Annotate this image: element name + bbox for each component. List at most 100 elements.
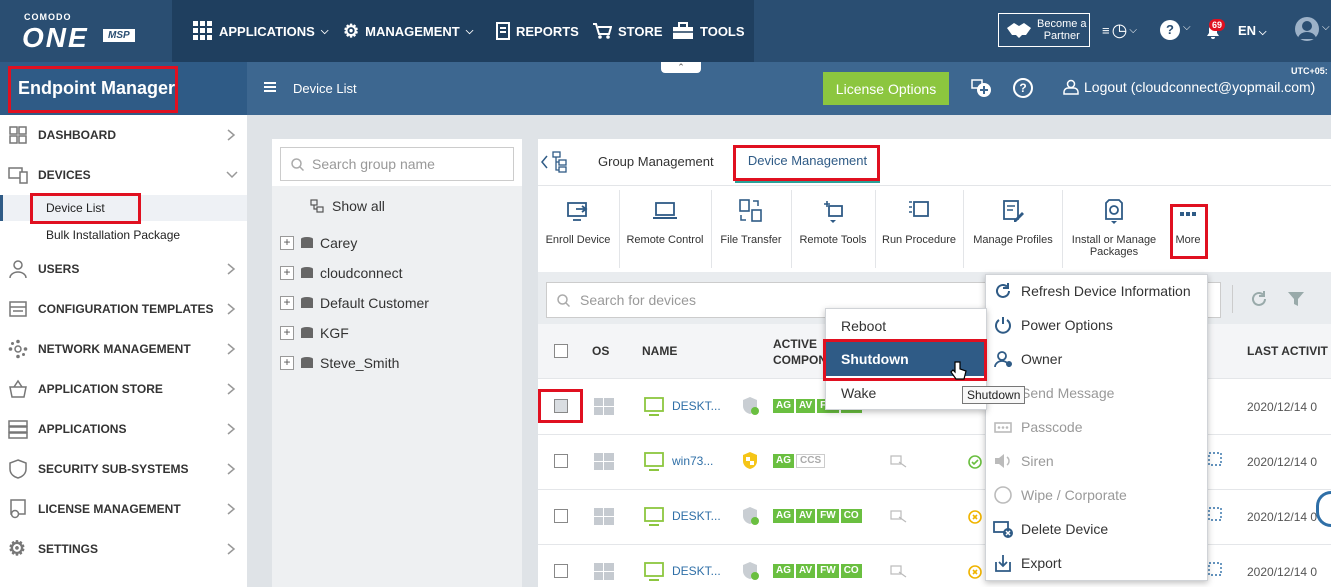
menu-item-delete-device[interactable]: Delete Device bbox=[993, 514, 1108, 544]
database-icon bbox=[301, 357, 313, 368]
install-manage-packages-button[interactable]: Install or Manage Packages bbox=[1066, 190, 1162, 258]
packages-label-2: Packages bbox=[1089, 246, 1139, 258]
add-device-icon[interactable] bbox=[971, 78, 993, 98]
group-name: Carey bbox=[320, 235, 358, 251]
help-icon[interactable]: ? bbox=[1013, 78, 1033, 98]
divider bbox=[711, 190, 712, 268]
menu-item-owner[interactable]: Owner bbox=[993, 344, 1062, 374]
expand-icon[interactable]: + bbox=[280, 266, 294, 280]
device-name-link[interactable]: DESKT... bbox=[672, 509, 721, 523]
remote-icon bbox=[1208, 507, 1222, 521]
divider bbox=[1062, 190, 1063, 268]
nav-management-label: MANAGEMENT bbox=[365, 23, 460, 39]
sidebar-item-license-management[interactable]: LICENSE MANAGEMENT bbox=[0, 489, 247, 529]
tooltip: Shutdown bbox=[962, 386, 1026, 404]
divider bbox=[619, 190, 620, 268]
sidebar-item-security-sub-systems[interactable]: SECURITY SUB-SYSTEMS bbox=[0, 449, 247, 489]
help-icon[interactable]: ? bbox=[1160, 20, 1180, 40]
enroll-device-button[interactable]: Enroll Device bbox=[543, 190, 613, 246]
sidebar-item-configuration-templates[interactable]: CONFIGURATION TEMPLATES bbox=[0, 289, 247, 329]
collapse-header-button[interactable]: ⌃ bbox=[661, 62, 701, 73]
sidebar-item-users[interactable]: USERS bbox=[0, 249, 247, 289]
menu-item-passcode[interactable]: Passcode bbox=[993, 412, 1082, 442]
sidebar-item-dashboard[interactable]: DASHBOARD bbox=[0, 115, 247, 155]
logout-link[interactable]: Logout (cloudconnect@yopmail.com) bbox=[1063, 79, 1315, 95]
license-options-button[interactable]: License Options bbox=[823, 72, 949, 105]
sidebar-item-applications[interactable]: APPLICATIONS bbox=[0, 409, 247, 449]
menu-item-reboot[interactable]: Reboot bbox=[826, 310, 986, 342]
select-all-checkbox[interactable] bbox=[554, 344, 568, 358]
expand-icon[interactable]: + bbox=[280, 326, 294, 340]
sidebar-item-label: DASHBOARD bbox=[38, 128, 116, 142]
badge-fw: FW bbox=[817, 564, 839, 578]
column-header-os[interactable]: OS bbox=[592, 344, 609, 358]
chevron-right-icon bbox=[227, 129, 236, 141]
menu-item-siren[interactable]: Siren bbox=[993, 446, 1054, 476]
manage-profiles-button[interactable]: Manage Profiles bbox=[968, 190, 1058, 246]
license-icon bbox=[10, 499, 26, 519]
nav-store[interactable]: STORE bbox=[592, 0, 663, 62]
nav-applications-label: APPLICATIONS bbox=[219, 23, 315, 39]
menu-item-wipe-corporate[interactable]: Wipe / Corporate bbox=[993, 480, 1127, 510]
column-header-last-activity[interactable]: LAST ACTIVIT bbox=[1247, 344, 1328, 358]
logo-small-text: COMODO bbox=[24, 12, 72, 22]
group-item[interactable]: + KGF bbox=[280, 320, 349, 346]
column-header-name[interactable]: NAME bbox=[642, 344, 677, 358]
partner-line2: Partner bbox=[1043, 30, 1080, 42]
menu-item-refresh-device-information[interactable]: Refresh Device Information bbox=[993, 276, 1191, 306]
become-partner-button[interactable]: Become a Partner bbox=[998, 13, 1090, 47]
hamburger-menu-icon[interactable] bbox=[264, 81, 276, 93]
nav-management[interactable]: ⚙ MANAGEMENT ⌵ bbox=[343, 0, 473, 62]
comodo-one-logo[interactable]: COMODO ONE MSP bbox=[0, 0, 172, 62]
tab-group-management[interactable]: Group Management bbox=[598, 154, 714, 169]
chevron-right-icon bbox=[227, 503, 236, 515]
remote-tools-button[interactable]: Remote Tools bbox=[796, 190, 870, 246]
recent-activity-button[interactable]: ≡ ◷ ⌵ bbox=[1102, 20, 1137, 41]
refresh-icon[interactable] bbox=[1249, 289, 1269, 309]
filter-icon[interactable] bbox=[1287, 290, 1305, 308]
divider bbox=[791, 190, 792, 268]
avatar[interactable] bbox=[1295, 17, 1319, 41]
show-all-link[interactable]: Show all bbox=[310, 198, 385, 214]
group-item[interactable]: + Carey bbox=[280, 230, 357, 256]
remote-icon bbox=[1208, 452, 1222, 466]
language-selector[interactable]: EN ⌵ bbox=[1238, 23, 1266, 38]
run-procedure-button[interactable]: Run Procedure bbox=[880, 190, 958, 246]
menu-item-power-options[interactable]: Power Options bbox=[993, 310, 1113, 340]
sidebar-item-network-management[interactable]: NETWORK MANAGEMENT bbox=[0, 329, 247, 369]
expand-icon[interactable]: + bbox=[280, 296, 294, 310]
menu-item-export[interactable]: Export bbox=[993, 548, 1061, 578]
device-name-link[interactable]: DESKT... bbox=[672, 564, 721, 578]
collapse-groups-button[interactable] bbox=[541, 151, 569, 173]
expand-icon[interactable]: + bbox=[280, 356, 294, 370]
row-checkbox[interactable] bbox=[554, 564, 568, 578]
sidebar-subitem-bulk-installation[interactable]: Bulk Installation Package bbox=[0, 223, 247, 247]
column-header-active-components[interactable]: ACTIVE COMPON bbox=[773, 336, 827, 368]
nav-reports[interactable]: REPORTS bbox=[496, 0, 579, 62]
chevron-down-icon: ⌵ bbox=[1129, 25, 1137, 36]
divider bbox=[1232, 285, 1233, 313]
remote-control-button[interactable]: Remote Control bbox=[624, 190, 706, 246]
badge-ag: AG bbox=[773, 399, 794, 413]
device-name-link[interactable]: win73... bbox=[672, 454, 713, 468]
nav-tools[interactable]: TOOLS bbox=[672, 0, 745, 62]
sidebar-item-label: CONFIGURATION TEMPLATES bbox=[38, 302, 214, 316]
sidebar-item-label: NETWORK MANAGEMENT bbox=[38, 342, 191, 356]
group-item[interactable]: + Steve_Smith bbox=[280, 350, 399, 376]
windows-icon bbox=[594, 398, 614, 415]
nav-applications[interactable]: APPLICATIONS ⌵ bbox=[193, 0, 328, 62]
expand-icon[interactable]: + bbox=[280, 236, 294, 250]
shield-warning-icon bbox=[743, 452, 757, 469]
row-checkbox[interactable] bbox=[554, 454, 568, 468]
sidebar-item-settings[interactable]: ⚙ SETTINGS bbox=[0, 529, 247, 569]
group-item[interactable]: + Default Customer bbox=[280, 290, 429, 316]
file-transfer-button[interactable]: File Transfer bbox=[716, 190, 786, 246]
highlight-box bbox=[8, 66, 178, 113]
row-checkbox[interactable] bbox=[554, 509, 568, 523]
chevron-right-icon bbox=[227, 303, 236, 315]
group-item[interactable]: + cloudconnect bbox=[280, 260, 403, 286]
group-search-input[interactable]: Search group name bbox=[280, 147, 514, 181]
device-name-link[interactable]: DESKT... bbox=[672, 399, 721, 413]
sidebar-item-application-store[interactable]: APPLICATION STORE bbox=[0, 369, 247, 409]
sidebar-item-devices[interactable]: DEVICES bbox=[0, 155, 247, 195]
